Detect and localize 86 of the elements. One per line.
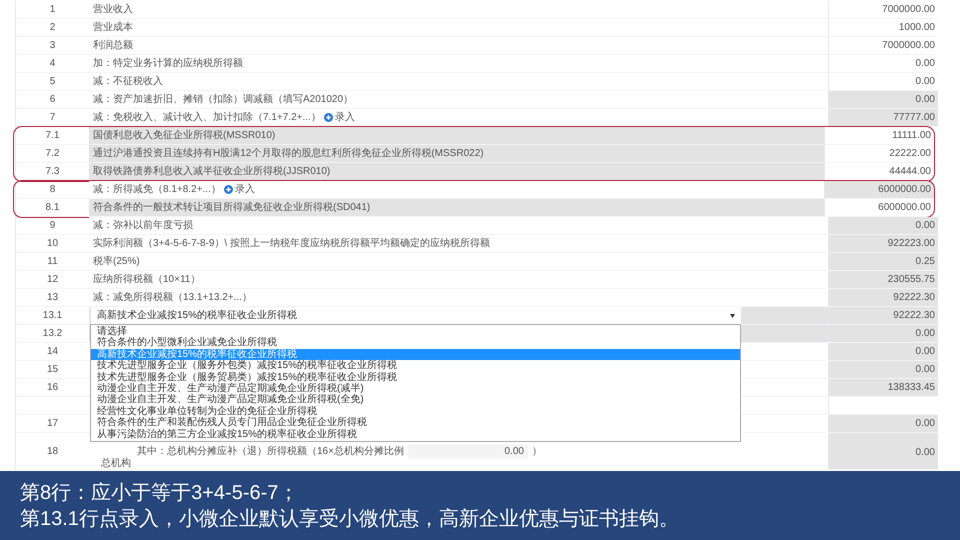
dropdown-option[interactable]: 请选择: [91, 326, 740, 338]
dropdown-option[interactable]: 经营性文化事业单位转制为企业的免征企业所得税: [91, 406, 740, 418]
input-field[interactable]: 0.00: [408, 444, 528, 459]
dropdown-option[interactable]: 符合条件的生产和装配伤残人员专门用品企业免征企业所得税: [91, 417, 740, 429]
row-number: 7.3: [46, 165, 60, 179]
row-number: 9: [50, 219, 56, 233]
value-cell: 0.00: [828, 415, 938, 432]
row-label: 减：弥补以前年度亏损: [93, 218, 193, 233]
value-cell: 1000.00: [828, 19, 938, 36]
row-label: 营业成本: [93, 20, 133, 35]
row-number: 16: [46, 381, 58, 395]
row-label: 减：所得减免（8.1+8.2+...）: [93, 182, 221, 197]
value-cell: 0.00: [828, 433, 938, 469]
value-cell: 0.00: [828, 325, 938, 342]
value-cell: 0.00: [828, 217, 938, 234]
value-cell: 0.00: [828, 55, 938, 72]
row-label: 其中：总机构分摊应补（退）所得税额（16×总机构分摊比例: [137, 444, 404, 459]
row-number: 17: [46, 417, 58, 431]
row-number: 11: [47, 255, 58, 269]
value-cell: 0.25: [828, 253, 938, 270]
row-number: 12: [46, 273, 58, 287]
row-label: 税率(25%): [93, 254, 140, 269]
row-label: 符合条件的一般技术转让项目所得减免征收企业所得税(SD041): [93, 200, 370, 215]
plus-circle-icon: [324, 113, 333, 122]
dropdown-option[interactable]: 符合条件的小型微利企业减免企业所得税: [91, 337, 740, 349]
row-label: 营业收入: [93, 2, 133, 17]
value-cell: 0.00: [828, 361, 938, 378]
row-label: 减：减免所得税额（13.1+13.2+...）: [93, 290, 252, 305]
value-cell: 0.00: [828, 91, 938, 108]
caret-icon: [730, 314, 735, 318]
row-label: 减：免税收入、减计收入、加计扣除（7.1+7.2+...）: [93, 110, 321, 125]
row-number: 8.1: [46, 201, 60, 215]
add-link[interactable]: 录入: [224, 182, 255, 197]
caption-line: 第13.1行点录入，小微企业默认享受小微优惠，高新企业优惠与证书挂钩。: [20, 507, 680, 532]
dropdown-option[interactable]: 动漫企业自主开发、生产动漫产品定期减免企业所得税(全免): [91, 394, 740, 406]
select-field[interactable]: 高新技术企业减按15%的税率征收企业所得税: [91, 307, 741, 324]
row-label: 通过沪港通投资且连续持有H股满12个月取得的股息红利所得免征企业所得税(MSSR022): [93, 146, 484, 161]
value-cell: 44444.00: [824, 163, 934, 180]
row-number: 1: [50, 3, 56, 17]
plus-circle-icon: [224, 185, 233, 194]
row-number: 7.1: [46, 129, 60, 143]
row-label: 加：特定业务计算的应纳税所得额: [93, 56, 243, 71]
row-number: 4: [50, 57, 56, 71]
dropdown-option[interactable]: 动漫企业自主开发、生产动漫产品定期减免企业所得税(减半): [91, 382, 740, 394]
row-label: 应纳所得税额（10×11）: [93, 272, 200, 287]
value-cell: 7000000.00: [828, 37, 938, 54]
row-number: 14: [46, 345, 58, 359]
row-number: 5: [50, 75, 56, 89]
row-number: 10: [46, 237, 58, 251]
value-cell: 0.00: [828, 343, 938, 360]
row-number: 3: [50, 39, 56, 53]
row-number: 13.2: [42, 327, 62, 341]
value-cell: 922223.00: [828, 235, 938, 252]
row-label: 减：资产加速折旧、摊销（扣除）调减额（填写A201020）: [93, 92, 354, 107]
row-number: 18: [46, 444, 58, 458]
row-number: 6: [50, 93, 56, 107]
row-label: 国债利息收入免征企业所得税(MSSR010): [93, 128, 276, 143]
row-label: 取得铁路债券利息收入减半征收企业所得税(JJSR010): [93, 164, 330, 179]
value-cell: 92222.30: [828, 289, 938, 306]
row-number: 7: [50, 111, 56, 125]
value-cell: 22222.00: [824, 145, 934, 162]
add-link[interactable]: 录入: [324, 110, 355, 125]
row-label: 利润总额: [93, 38, 133, 53]
value-cell: 7000000.00: [828, 1, 938, 18]
row-number: 8: [50, 183, 56, 197]
dropdown-option[interactable]: 技术先进型服务企业（服务贸易类）减按15%的税率征收企业所得税: [91, 372, 740, 383]
value-cell: 0.00: [828, 73, 938, 90]
value-cell: 230555.75: [828, 271, 938, 288]
value-cell: 138333.45: [828, 379, 938, 396]
caption-line: 第8行：应小于等于3+4-5-6-7；: [20, 481, 300, 506]
dropdown-option[interactable]: 从事污染防治的第三方企业减按15%的税率征收企业所得税: [91, 428, 740, 440]
row-number: 15: [46, 363, 58, 377]
row-label: 实际利润额（3+4-5-6-7-8-9）\ 按照上一纳税年度应纳税所得额平均额确定的应纳税所得额: [93, 236, 490, 251]
value-cell: 92222.30: [828, 307, 938, 324]
row-label: ）: [532, 445, 542, 459]
row-number: 13: [46, 291, 58, 305]
dropdown-option[interactable]: 技术先进型服务企业（服务外包类）减按15%的税率征收企业所得税: [91, 360, 740, 372]
row-label: 减：不征税收入: [93, 74, 163, 89]
value-cell: 6000000.00: [824, 199, 934, 216]
value-cell: 11111.00: [824, 127, 934, 144]
row-number: 7.2: [46, 147, 60, 161]
value-cell: 77777.00: [828, 109, 938, 126]
row-number: 13.1: [42, 309, 62, 323]
row-label: 总机构: [100, 459, 132, 469]
row-number: 2: [50, 21, 56, 35]
value-cell: 6000000.00: [824, 181, 934, 198]
